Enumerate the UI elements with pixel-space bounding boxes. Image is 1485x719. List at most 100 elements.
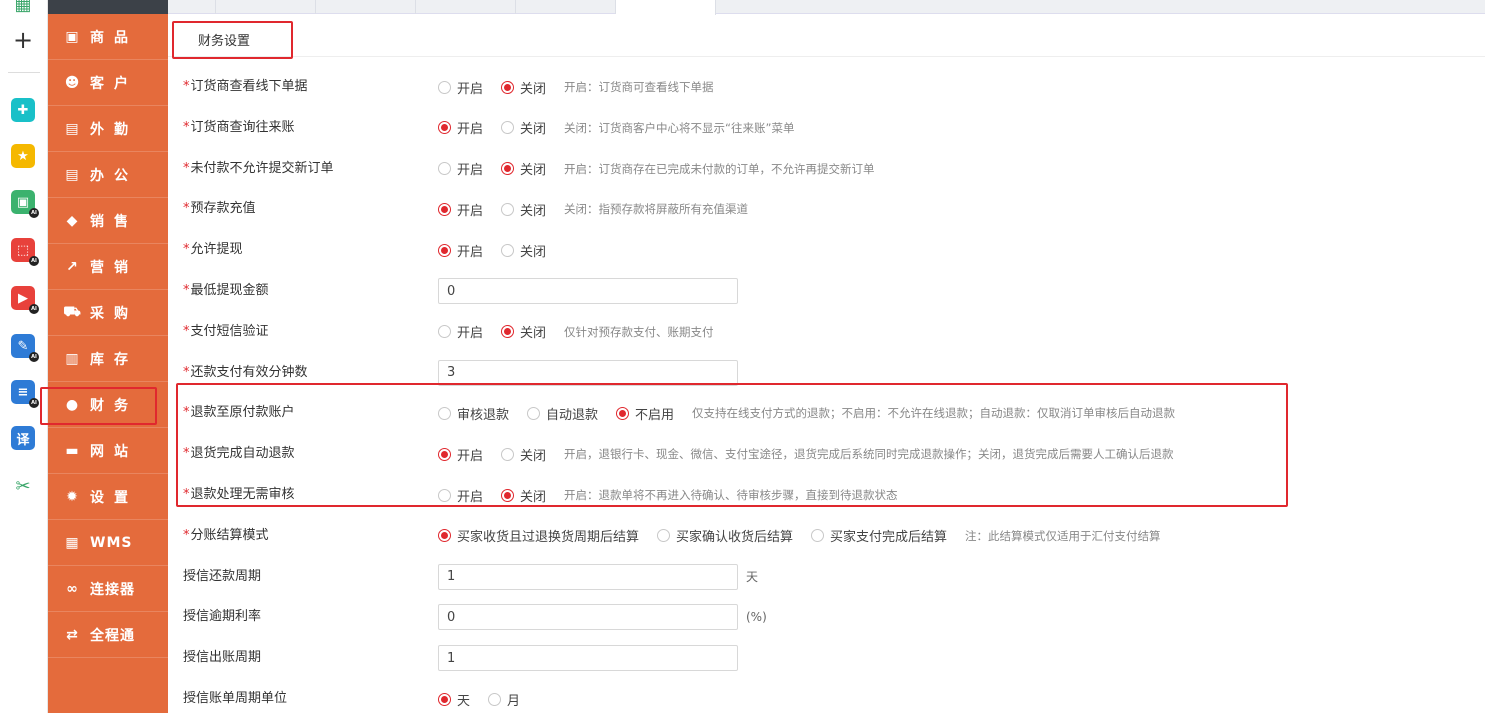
- radio-option[interactable]: 不启用: [616, 404, 674, 423]
- ai-video-icon[interactable]: ▶ AI: [11, 286, 39, 314]
- sidebar-item-cart[interactable]: ⛟ 采购: [48, 290, 168, 336]
- form-row: *预存款充值 开启 关闭 关闭：指预存款将屏蔽所有充值渠道: [168, 189, 1485, 229]
- text-input[interactable]: [438, 645, 738, 672]
- radio-option[interactable]: 关闭: [501, 118, 546, 137]
- top-tab[interactable]: [216, 0, 316, 14]
- radio-option[interactable]: 天: [438, 690, 470, 709]
- radio-checked-icon[interactable]: [438, 447, 451, 461]
- radio-checked-icon[interactable]: [501, 162, 515, 176]
- field-label-text: 最低提现金额: [190, 283, 269, 298]
- sidebar-item-bag[interactable]: ▣ 商品: [48, 14, 168, 60]
- radio-unchecked-icon[interactable]: [438, 488, 451, 502]
- text-input[interactable]: [438, 278, 738, 304]
- sidebar-item-tag[interactable]: ◆ 销售: [48, 198, 168, 244]
- radio-checked-icon[interactable]: [438, 202, 451, 216]
- radio-unchecked-icon[interactable]: [438, 80, 451, 94]
- radio-option[interactable]: 开启: [438, 241, 483, 260]
- radio-unchecked-icon[interactable]: [501, 243, 515, 257]
- ai-pdf-icon[interactable]: ⬚ AI: [11, 238, 39, 266]
- radio-unchecked-icon[interactable]: [527, 406, 541, 420]
- radio-label: 关闭: [520, 163, 547, 179]
- radio-option[interactable]: 开启: [438, 445, 483, 464]
- field-control: [438, 638, 738, 678]
- radio-option[interactable]: 开启: [438, 486, 483, 505]
- sidebar-item-warehouse[interactable]: ▥ 库存: [48, 336, 168, 382]
- form-row: 授信出账周期: [168, 638, 1485, 678]
- field-label-text: 订货商查询往来账: [190, 119, 295, 135]
- sidebar-item-customer[interactable]: ☻ 客户: [48, 60, 168, 106]
- scissors-icon[interactable]: ✂: [11, 474, 35, 498]
- radio-option[interactable]: 开启: [438, 200, 483, 219]
- radio-checked-icon[interactable]: [438, 529, 451, 543]
- sidebar-item-wms[interactable]: ▦ WMS: [48, 520, 168, 566]
- radio-option[interactable]: 买家收货且过退换货周期后结算: [438, 526, 639, 545]
- radio-option[interactable]: 开启: [438, 78, 483, 97]
- radio-checked-icon[interactable]: [438, 243, 451, 257]
- radio-unchecked-icon[interactable]: [501, 202, 515, 216]
- radio-unchecked-icon[interactable]: [501, 447, 515, 461]
- sidebar-item-monitor[interactable]: ▬ 网站: [48, 428, 168, 474]
- radio-label: 开启: [457, 122, 484, 138]
- radio-option[interactable]: 关闭: [501, 241, 546, 260]
- radio-option[interactable]: 开启: [438, 118, 483, 137]
- form-row: *支付短信验证 开启 关闭 仅针对预存款支付、账期支付: [168, 312, 1485, 352]
- top-tab[interactable]: [516, 0, 616, 14]
- radio-option[interactable]: 审核退款: [438, 404, 509, 423]
- radio-option[interactable]: 买家确认收货后结算: [657, 526, 793, 545]
- radio-unchecked-icon[interactable]: [438, 406, 451, 420]
- top-tab[interactable]: [168, 0, 216, 14]
- sidebar-item-office[interactable]: ▤ 办公: [48, 152, 168, 198]
- radio-option[interactable]: 关闭: [501, 159, 546, 178]
- text-input[interactable]: [438, 359, 738, 386]
- radio-label: 关闭: [520, 448, 547, 464]
- ai-image-icon[interactable]: ▣ AI: [11, 190, 39, 218]
- sidebar-item-transfer[interactable]: ⇄ 全程通: [48, 612, 168, 658]
- sidebar-item-gear[interactable]: ✹ 设置: [48, 474, 168, 520]
- radio-checked-icon[interactable]: [501, 80, 515, 94]
- sidebar-item-money-bag[interactable]: ● 财务: [48, 382, 168, 428]
- radio-option[interactable]: 自动退款: [527, 404, 598, 423]
- radio-unchecked-icon[interactable]: [438, 162, 451, 176]
- translate-icon[interactable]: 译: [11, 426, 35, 450]
- radio-option[interactable]: 关闭: [501, 445, 546, 464]
- radio-unchecked-icon[interactable]: [811, 529, 825, 543]
- radio-label: 买家支付完成后结算: [830, 530, 948, 546]
- radio-checked-icon[interactable]: [501, 488, 515, 502]
- sidebar-item-link[interactable]: ∞ 连接器: [48, 566, 168, 612]
- grid-icon[interactable]: ▦: [11, 0, 35, 16]
- top-tab-active[interactable]: [616, 0, 716, 15]
- text-input[interactable]: [438, 563, 738, 590]
- warehouse-icon: ▥: [65, 350, 79, 367]
- field-control: 开启 关闭 开启：订货商存在已完成未付款的订单，不允许再提交新订单: [438, 149, 875, 189]
- top-tab[interactable]: [416, 0, 516, 14]
- radio-option[interactable]: 月: [488, 690, 520, 709]
- tab-finance-settings[interactable]: 财务设置: [182, 28, 267, 59]
- radio-checked-icon[interactable]: [438, 692, 451, 706]
- radio-unchecked-icon[interactable]: [657, 529, 671, 543]
- field-label: *支付短信验证: [183, 312, 269, 352]
- radio-unchecked-icon[interactable]: [438, 325, 451, 339]
- ai-badge: AI: [29, 398, 39, 408]
- top-tab[interactable]: [316, 0, 416, 14]
- radio-checked-icon[interactable]: [501, 325, 515, 339]
- plus-icon[interactable]: +: [11, 26, 35, 54]
- plugin-icon[interactable]: ✚: [11, 98, 35, 122]
- radio-option[interactable]: 关闭: [501, 200, 546, 219]
- star-icon[interactable]: ★: [11, 144, 35, 168]
- radio-option[interactable]: 关闭: [501, 486, 546, 505]
- ai-doc-icon[interactable]: ≡ AI: [11, 380, 39, 408]
- radio-checked-icon[interactable]: [616, 406, 630, 420]
- text-input[interactable]: [438, 604, 738, 631]
- radio-option[interactable]: 开启: [438, 159, 483, 178]
- sidebar-item-chart[interactable]: ↗ 营销: [48, 244, 168, 290]
- radio-unchecked-icon[interactable]: [501, 121, 515, 135]
- radio-option[interactable]: 买家支付完成后结算: [811, 526, 947, 545]
- radio-option[interactable]: 关闭: [501, 322, 546, 341]
- field-label-text: 授信账单周期单位: [183, 691, 288, 706]
- sidebar-item-field[interactable]: ▤ 外勤: [48, 106, 168, 152]
- radio-option[interactable]: 开启: [438, 322, 483, 341]
- radio-option[interactable]: 关闭: [501, 78, 546, 97]
- radio-checked-icon[interactable]: [438, 121, 451, 135]
- radio-unchecked-icon[interactable]: [488, 692, 502, 706]
- ai-edit-icon[interactable]: ✎ AI: [11, 334, 39, 362]
